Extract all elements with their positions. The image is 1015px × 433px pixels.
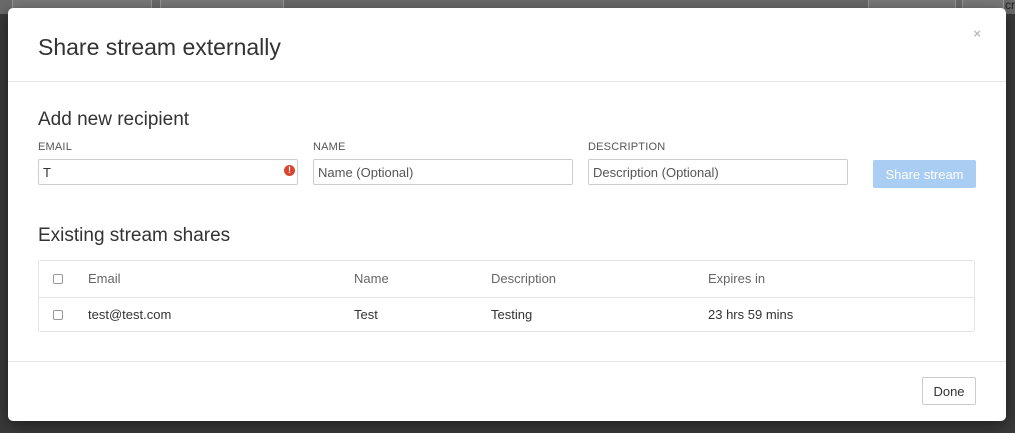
name-label: NAME bbox=[313, 141, 346, 153]
column-header-description: Description bbox=[491, 271, 557, 286]
done-button[interactable]: Done bbox=[922, 377, 976, 405]
row-expires: 23 hrs 59 mins bbox=[708, 307, 794, 322]
email-field[interactable] bbox=[38, 159, 298, 185]
name-field[interactable] bbox=[313, 159, 573, 185]
share-stream-button[interactable]: Share stream bbox=[873, 160, 976, 188]
column-header-name: Name bbox=[354, 271, 389, 286]
description-label: DESCRIPTION bbox=[588, 141, 666, 153]
select-all-checkbox[interactable] bbox=[53, 274, 63, 284]
description-field[interactable] bbox=[588, 159, 848, 185]
error-icon: ! bbox=[284, 165, 295, 176]
table-row: test@test.com Test Testing 23 hrs 59 min… bbox=[39, 297, 974, 333]
existing-shares-heading: Existing stream shares bbox=[38, 225, 231, 246]
email-label: EMAIL bbox=[38, 141, 73, 153]
dialog-header: Share stream externally × bbox=[8, 8, 1006, 82]
row-name: Test bbox=[354, 307, 378, 322]
row-email: test@test.com bbox=[88, 307, 172, 322]
column-header-email: Email bbox=[88, 271, 121, 286]
background-partial-text: cr bbox=[1005, 0, 1015, 12]
close-icon[interactable]: × bbox=[973, 26, 981, 41]
share-stream-dialog: Share stream externally × Add new recipi… bbox=[8, 8, 1006, 421]
add-recipient-heading: Add new recipient bbox=[38, 109, 190, 130]
column-header-expires: Expires in bbox=[708, 271, 766, 286]
shares-table: Email Name Description Expires in test@t… bbox=[38, 260, 975, 332]
dialog-footer: Done bbox=[8, 361, 1006, 421]
table-header-row: Email Name Description Expires in bbox=[39, 261, 974, 298]
dialog-title: Share stream externally bbox=[38, 34, 281, 60]
row-checkbox[interactable] bbox=[53, 310, 63, 320]
row-description: Testing bbox=[491, 307, 533, 322]
